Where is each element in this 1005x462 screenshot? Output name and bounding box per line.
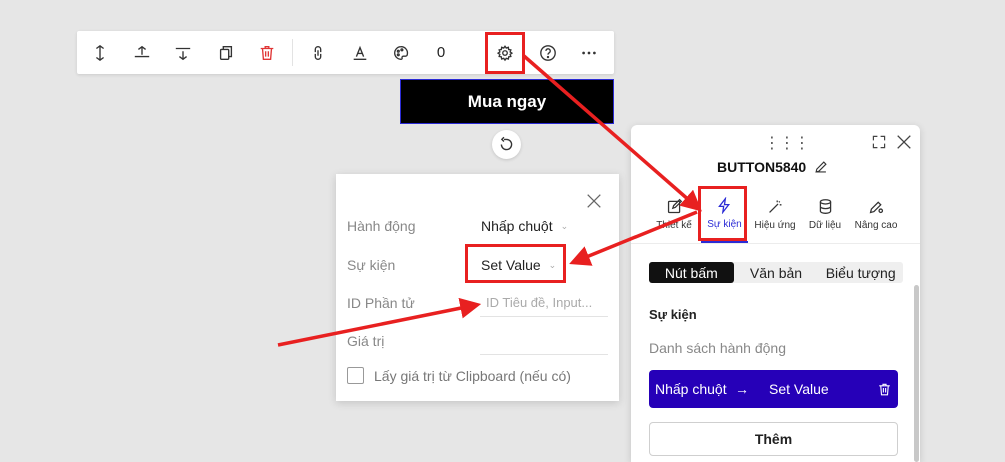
event-label: Sự kiện: [347, 257, 396, 273]
segment-text[interactable]: Văn bản: [734, 262, 819, 283]
divider: [631, 243, 920, 244]
scrollbar[interactable]: [914, 285, 919, 462]
action-select[interactable]: Nhấp chuột ⌄: [481, 218, 568, 234]
highlight-box: [698, 186, 747, 241]
copy-icon: [219, 45, 233, 60]
expand-icon[interactable]: [871, 134, 887, 150]
rotate-icon: [500, 136, 513, 151]
value-input[interactable]: [480, 327, 608, 355]
move-vertical-icon: [95, 44, 105, 61]
section-title: Sự kiện: [649, 307, 697, 322]
help-icon: [540, 44, 556, 61]
database-icon: [819, 198, 831, 214]
align-bottom-button[interactable]: [166, 31, 200, 74]
more-button[interactable]: [572, 31, 606, 74]
panel-title: BUTTON5840: [717, 159, 828, 175]
tab-effects[interactable]: Hiệu ứng: [750, 185, 800, 243]
properties-panel: ⋮⋮⋮ BUTTON5840 Thiết kế Sự kiện Hiệu ứng…: [631, 125, 920, 462]
magic-wand-icon: [768, 200, 781, 213]
element-id-label: ID Phần tử: [347, 295, 415, 311]
element-id-input[interactable]: ID Tiêu đề, Input...: [480, 289, 608, 317]
counter-value: 0: [436, 44, 446, 61]
value-label: Giá trị: [347, 333, 385, 349]
action-trigger: Nhấp chuột: [655, 381, 727, 397]
segment-icon[interactable]: Biểu tượng: [818, 262, 903, 283]
counter: 0: [424, 31, 458, 74]
drag-handle-icon[interactable]: ⋮⋮⋮: [764, 133, 810, 153]
rotate-handle[interactable]: [492, 130, 521, 159]
delete-button[interactable]: [250, 31, 284, 74]
text-format-button[interactable]: [343, 31, 377, 74]
clipboard-checkbox[interactable]: [347, 367, 364, 384]
move-vertical-button[interactable]: [83, 31, 117, 74]
highlight-box: [465, 244, 566, 283]
tab-data[interactable]: Dữ liệu: [803, 185, 847, 243]
add-action-button[interactable]: Thêm: [649, 422, 898, 456]
more-icon: [582, 51, 596, 54]
section-subtitle: Danh sách hành động: [649, 340, 786, 356]
toolbar-divider: [292, 39, 293, 66]
action-label: Hành động: [347, 218, 416, 234]
text-format-icon: [353, 45, 367, 60]
highlight-box: [485, 32, 525, 74]
close-icon[interactable]: [585, 192, 603, 210]
edit-square-icon: [667, 198, 682, 213]
pen-settings-icon: [869, 200, 883, 213]
tab-design[interactable]: Thiết kế: [649, 185, 699, 243]
clipboard-label: Lấy giá trị từ Clipboard (nếu có): [374, 368, 571, 384]
buy-now-button[interactable]: Mua ngay: [400, 79, 614, 124]
action-event: Set Value: [769, 381, 829, 397]
arrow-right-icon: →: [735, 381, 749, 397]
trash-icon[interactable]: [877, 382, 892, 397]
trash-icon: [260, 45, 274, 60]
align-top-icon: [134, 45, 150, 57]
link-button[interactable]: [301, 31, 335, 74]
link-icon: [314, 45, 322, 60]
segment-control: Nút bấm Văn bản Biểu tượng: [649, 262, 903, 283]
align-bottom-icon: [175, 47, 191, 60]
pencil-icon[interactable]: [814, 160, 828, 174]
help-button[interactable]: [531, 31, 565, 74]
palette-icon: [394, 45, 409, 60]
align-top-button[interactable]: [125, 31, 159, 74]
chevron-down-icon: ⌄: [560, 220, 569, 231]
palette-button[interactable]: [384, 31, 418, 74]
copy-button[interactable]: [209, 31, 243, 74]
element-toolbar: 0: [77, 31, 614, 74]
close-icon[interactable]: [895, 133, 913, 151]
segment-button[interactable]: Nút bấm: [649, 262, 734, 283]
tab-advanced[interactable]: Nâng cao: [851, 185, 901, 243]
action-select-value: Nhấp chuột: [481, 218, 553, 234]
action-item[interactable]: Nhấp chuột → Set Value: [649, 370, 898, 408]
element-name: BUTTON5840: [717, 159, 807, 175]
event-config-popup: Hành động Nhấp chuột ⌄ Sự kiện Set Value…: [336, 174, 619, 401]
